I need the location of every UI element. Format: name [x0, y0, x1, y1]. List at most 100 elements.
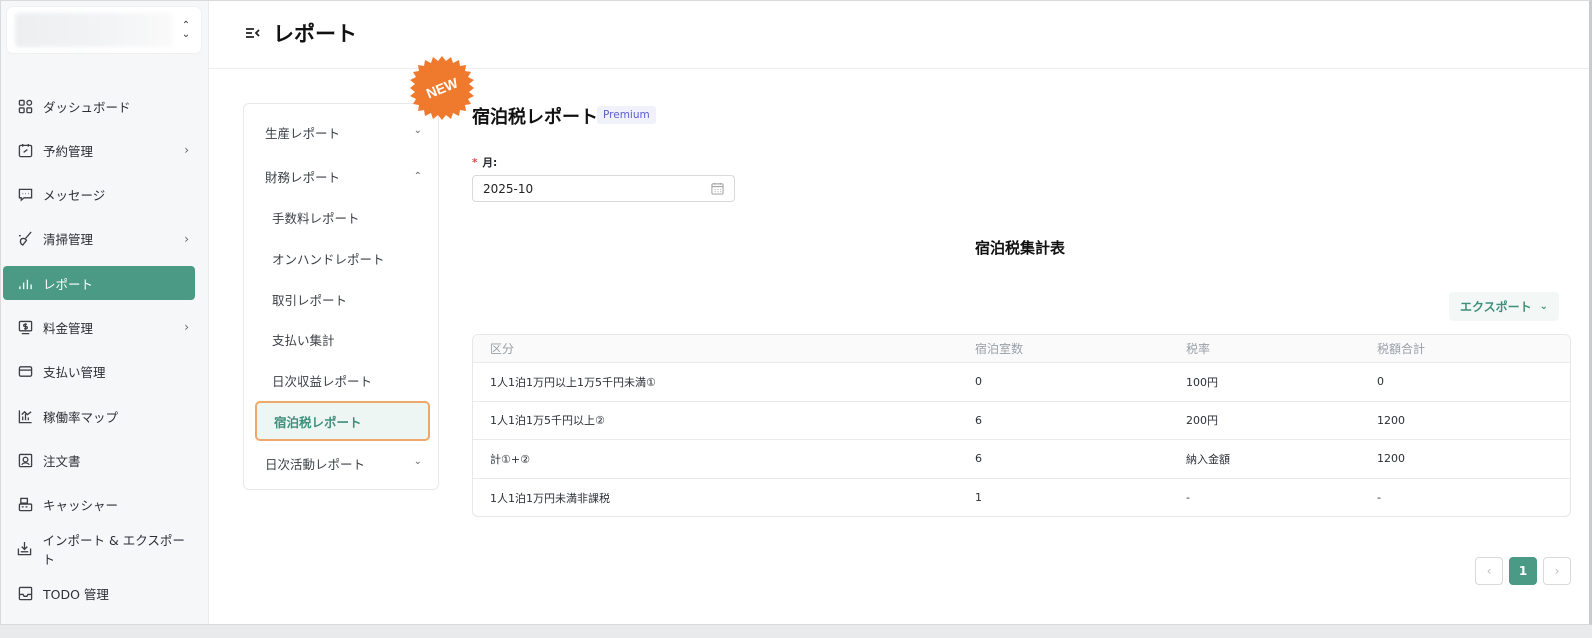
table-cell: 1200: [1377, 413, 1405, 427]
submenu-item-label: オンハンドレポート: [272, 251, 385, 267]
dashboard-icon: [17, 98, 33, 114]
calendar-icon: [17, 142, 33, 158]
table-cell: 1200: [1377, 452, 1405, 466]
import-export-icon: [17, 541, 33, 557]
order-icon: [17, 452, 33, 468]
table-header-row: 区分 宿泊室数 税率 税額合計: [473, 335, 1570, 363]
submenu-group-label: 財務レポート: [265, 169, 341, 185]
month-value: 2025-10: [483, 181, 534, 196]
submenu-item-label: 手数料レポート: [272, 210, 360, 226]
pagination-next-button[interactable]: ›: [1543, 557, 1571, 585]
submenu-group-label: 日次活動レポート: [265, 456, 366, 472]
report-title: 宿泊税レポート: [472, 107, 598, 128]
sidebar-item-occupancy-map[interactable]: 稼働率マップ: [1, 399, 193, 433]
table-title: 宿泊税集計表: [975, 239, 1066, 257]
chevron-up-icon: ⌃: [413, 171, 422, 182]
table-cell: 1: [975, 491, 982, 505]
price-icon: [17, 319, 33, 335]
month-picker-input[interactable]: 2025-10: [472, 175, 735, 202]
sidebar-item-import-export[interactable]: インポート & エクスポート: [1, 532, 193, 567]
chevron-right-icon: ›: [184, 231, 189, 246]
submenu-item-on-hand-report[interactable]: オンハンドレポート: [244, 239, 438, 277]
card-icon: [17, 364, 33, 380]
sidebar-item-label: 注文書: [43, 453, 81, 469]
report-submenu: 生産レポート ⌄ 財務レポート ⌃ 手数料レポート オンハンドレポート 取引レポ…: [243, 103, 439, 490]
sidebar-item-cashier[interactable]: キャッシャー: [1, 488, 193, 522]
required-asterisk: *: [472, 157, 478, 169]
chevron-down-icon: ⌄: [413, 125, 422, 136]
table-cell: 納入金額: [1186, 452, 1230, 466]
month-label-text: 月:: [482, 157, 498, 169]
page-title: レポート: [273, 22, 357, 46]
table-cell: 計①+②: [490, 452, 530, 466]
column-header: 税率: [1186, 342, 1211, 356]
sidebar-item-cleaning[interactable]: 清掃管理 ›: [1, 222, 193, 256]
occupancy-icon: [17, 408, 33, 424]
table-cell: 200円: [1186, 414, 1218, 428]
submenu-item-payment-summary[interactable]: 支払い集計: [244, 320, 438, 358]
table-cell: 1人1泊1万円未満非課税: [490, 491, 610, 505]
sidebar-item-label: 料金管理: [43, 320, 94, 336]
submenu-item-fee-report[interactable]: 手数料レポート: [244, 198, 438, 236]
workspace-name-blurred: [15, 13, 173, 47]
sidebar: ⌃ ⌄ ダッシュボード 予約管理 › メッセージ 清掃管理 › レポート 料金管…: [1, 1, 209, 624]
message-icon: [17, 187, 33, 203]
column-header: 区分: [490, 342, 515, 356]
sidebar-item-payments[interactable]: 支払い管理: [1, 355, 193, 389]
sidebar-item-dashboard[interactable]: ダッシュボード: [1, 89, 193, 123]
submenu-item-label: 支払い集計: [272, 332, 335, 348]
app-window: ⌃ ⌄ ダッシュボード 予約管理 › メッセージ 清掃管理 › レポート 料金管…: [0, 0, 1592, 625]
table-cell: 1人1泊1万円以上1万5千円未満①: [490, 375, 656, 389]
submenu-item-label: 取引レポート: [272, 292, 348, 308]
broom-icon: [17, 231, 33, 247]
updown-chevron-icon: ⌃ ⌄: [181, 20, 191, 40]
table-cell: 1人1泊1万5千円以上②: [490, 414, 605, 428]
sidebar-item-reports[interactable]: レポート: [3, 266, 195, 301]
chevron-right-icon: ›: [184, 143, 189, 158]
table-row: 1人1泊1万円以上1万5千円未満① 0 100円 0: [473, 363, 1570, 402]
new-badge-icon: NEW: [410, 56, 474, 120]
pagination-page-1[interactable]: 1: [1509, 557, 1537, 585]
table-cell: 100円: [1186, 375, 1218, 389]
column-header: 宿泊室数: [975, 342, 1024, 356]
table-cell: -: [1377, 491, 1381, 505]
submenu-item-label: 宿泊税レポート: [274, 414, 362, 430]
workspace-switcher[interactable]: ⌃ ⌄: [7, 7, 201, 53]
submenu-item-accommodation-tax-report[interactable]: 宿泊税レポート: [255, 401, 430, 441]
sidebar-item-todo[interactable]: TODO 管理: [1, 576, 193, 610]
table-cell: 6: [975, 413, 982, 427]
table-row: 計①+② 6 納入金額 1200: [473, 440, 1570, 479]
pagination-prev-button[interactable]: ‹: [1475, 557, 1503, 585]
cashier-icon: [17, 497, 33, 513]
chevron-down-icon: ⌄: [1539, 301, 1549, 312]
export-label: エクスポート: [1459, 300, 1532, 314]
table-cell: -: [1186, 491, 1190, 505]
chevron-down-icon: ⌄: [413, 456, 422, 467]
sidebar-item-label: レポート: [43, 276, 94, 292]
table-cell: 6: [975, 452, 982, 466]
sidebar-item-label: 支払い管理: [43, 365, 106, 381]
submenu-item-transaction-report[interactable]: 取引レポート: [244, 280, 438, 318]
submenu-item-daily-revenue-report[interactable]: 日次収益レポート: [244, 361, 438, 399]
sidebar-item-pricing[interactable]: 料金管理 ›: [1, 310, 193, 344]
chevron-right-icon: ›: [184, 320, 189, 335]
table-cell: 0: [975, 375, 982, 389]
column-header: 税額合計: [1377, 342, 1426, 356]
sidebar-item-reservations[interactable]: 予約管理 ›: [1, 133, 193, 167]
premium-badge: Premium: [597, 106, 656, 124]
submenu-group-finance[interactable]: 財務レポート ⌃: [244, 157, 438, 195]
calendar-icon: [711, 182, 724, 195]
table-row: 1人1泊1万円未満非課税 1 - -: [473, 479, 1570, 517]
export-button[interactable]: エクスポート ⌄: [1449, 292, 1559, 321]
chart-icon: [17, 275, 33, 291]
submenu-group-label: 生産レポート: [265, 125, 341, 141]
sidebar-item-orders[interactable]: 注文書: [1, 443, 193, 477]
sidebar-nav: ダッシュボード 予約管理 › メッセージ 清掃管理 › レポート 料金管理 › …: [1, 89, 209, 621]
menu-collapse-icon[interactable]: [244, 25, 262, 41]
submenu-group-daily-activity[interactable]: 日次活動レポート ⌄: [244, 444, 438, 482]
table-cell: 0: [1377, 375, 1384, 389]
sidebar-item-label: メッセージ: [43, 188, 106, 204]
sidebar-item-messages[interactable]: メッセージ: [1, 178, 193, 212]
table-row: 1人1泊1万5千円以上② 6 200円 1200: [473, 402, 1570, 440]
accommodation-tax-table: 区分 宿泊室数 税率 税額合計 1人1泊1万円以上1万5千円未満① 0 100円…: [472, 334, 1571, 517]
